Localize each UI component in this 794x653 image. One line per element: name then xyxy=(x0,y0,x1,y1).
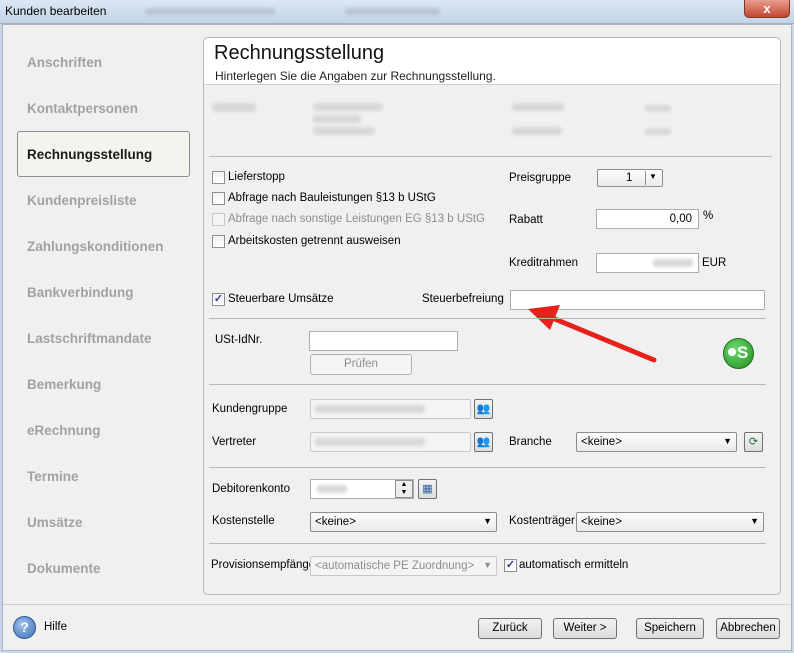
kreditrahmen-unit: EUR xyxy=(702,257,727,269)
sidebar-item-lastschriftmandate[interactable]: Lastschriftmandate xyxy=(27,331,152,346)
sidebar-item-kontaktpersonen[interactable]: Kontaktpersonen xyxy=(27,101,138,116)
divider xyxy=(209,156,772,157)
chevron-down-icon: ▼ xyxy=(723,436,732,446)
provision-select[interactable]: <automatische PE Zuordnung> ▼ xyxy=(310,556,497,576)
branche-label: Branche xyxy=(509,436,552,448)
chevron-down-icon: ▼ xyxy=(649,172,657,181)
chevron-down-icon: ▼ xyxy=(750,516,759,526)
divider xyxy=(209,318,766,319)
auto-ermitteln-label: automatisch ermitteln xyxy=(519,559,629,571)
lieferstopp-checkbox[interactable] xyxy=(212,171,225,184)
close-icon: x xyxy=(763,1,771,16)
divider xyxy=(209,467,766,468)
preisgruppe-label: Preisgruppe xyxy=(509,172,572,184)
kundengruppe-select[interactable] xyxy=(310,399,471,419)
debitorenkonto-spinner[interactable]: ▲ ▼ xyxy=(395,480,413,498)
next-button[interactable]: Weiter > xyxy=(553,618,617,639)
save-button[interactable]: Speichern xyxy=(636,618,704,639)
sidebar-item-anschriften[interactable]: Anschriften xyxy=(27,55,102,70)
kostentraeger-select[interactable]: <keine> ▼ xyxy=(576,512,764,532)
refresh-list-icon: ⟳ xyxy=(748,436,759,448)
sonstige-leistungen-label: Abfrage nach sonstige Leistungen EG §13 … xyxy=(228,213,485,225)
select-divider xyxy=(645,171,646,185)
kundengruppe-lookup-button[interactable]: 👥 xyxy=(474,399,493,419)
bauleistungen-label: Abfrage nach Bauleistungen §13 b UStG xyxy=(228,192,436,204)
divider xyxy=(209,384,766,385)
divider xyxy=(209,543,766,544)
sidebar-item-bemerkung[interactable]: Bemerkung xyxy=(27,377,101,392)
auto-ermitteln-checkbox[interactable]: ✓ xyxy=(504,559,517,572)
check-icon: ✓ xyxy=(505,559,516,571)
euro-s-badge-icon[interactable]: S xyxy=(723,338,754,369)
sidebar-item-termine[interactable]: Termine xyxy=(27,469,79,484)
page-subtitle: Hinterlegen Sie die Angaben zur Rechnung… xyxy=(215,69,496,83)
branche-select[interactable]: <keine> ▼ xyxy=(576,432,737,452)
kostenstelle-value: <keine> xyxy=(315,516,356,528)
sidebar-item-label: Rechnungsstellung xyxy=(27,147,153,162)
vertreter-select[interactable] xyxy=(310,432,471,452)
preisgruppe-value: 1 xyxy=(626,172,633,184)
kostenstelle-select[interactable]: <keine> ▼ xyxy=(310,512,497,532)
page-title: Rechnungsstellung xyxy=(214,42,385,64)
sidebar-item-erechnung[interactable]: eRechnung xyxy=(27,423,101,438)
rabatt-input[interactable]: 0,00 xyxy=(596,209,699,229)
steuerbar-checkbox[interactable]: ✓ xyxy=(212,293,225,306)
spin-up-icon: ▲ xyxy=(400,481,408,488)
rabatt-label: Rabatt xyxy=(509,214,543,226)
help-label[interactable]: Hilfe xyxy=(44,621,67,633)
users-icon: 👥 xyxy=(476,436,491,448)
window-title: Kunden bearbeiten xyxy=(5,4,107,18)
debitorenkonto-calc-button[interactable]: ▦ xyxy=(418,479,437,499)
vertreter-lookup-button[interactable]: 👥 xyxy=(474,432,493,452)
vertreter-label: Vertreter xyxy=(212,436,257,448)
redacted-title-info xyxy=(145,8,275,15)
kostentraeger-label: Kostenträger xyxy=(509,515,575,527)
kreditrahmen-label: Kreditrahmen xyxy=(509,257,579,269)
pruefen-button[interactable]: Prüfen xyxy=(310,354,412,375)
lieferstopp-label: Lieferstopp xyxy=(228,171,285,183)
chevron-down-icon: ▼ xyxy=(483,516,492,526)
cancel-button[interactable]: Abbrechen xyxy=(716,618,780,639)
redacted-title-info xyxy=(345,8,440,15)
arbeitskosten-label: Arbeitskosten getrennt ausweisen xyxy=(228,235,401,247)
table-icon: ▦ xyxy=(422,483,433,495)
check-icon: ✓ xyxy=(213,293,224,305)
sidebar-item-rechnungsstellung[interactable]: Rechnungsstellung xyxy=(17,131,190,177)
sidebar-item-kundenpreisliste[interactable]: Kundenpreisliste xyxy=(27,193,137,208)
spin-down-icon: ▼ xyxy=(400,489,408,496)
steuerbefreiung-label: Steuerbefreiung xyxy=(422,293,504,305)
chevron-down-icon: ▼ xyxy=(483,560,492,570)
bauleistungen-checkbox[interactable] xyxy=(212,192,225,205)
provision-label: Provisionsempfänge xyxy=(211,559,316,571)
provision-value: <automatische PE Zuordnung> xyxy=(315,560,475,572)
kostentraeger-value: <keine> xyxy=(581,516,622,528)
sidebar-item-umsaetze[interactable]: Umsätze xyxy=(27,515,83,530)
sidebar-item-bankverbindung[interactable]: Bankverbindung xyxy=(27,285,134,300)
branche-value: <keine> xyxy=(581,436,622,448)
user-group-icon: 👥 xyxy=(476,403,491,415)
arbeitskosten-checkbox[interactable] xyxy=(212,235,225,248)
sidebar-item-zahlungskonditionen[interactable]: Zahlungskonditionen xyxy=(27,239,164,254)
kostenstelle-label: Kostenstelle xyxy=(212,515,275,527)
branche-edit-button[interactable]: ⟳ xyxy=(744,432,763,452)
sonstige-leistungen-checkbox[interactable] xyxy=(212,213,225,226)
steuerbar-label: Steuerbare Umsätze xyxy=(228,293,334,305)
preisgruppe-select[interactable]: 1 ▼ xyxy=(597,169,663,187)
help-icon[interactable]: ? xyxy=(13,616,36,639)
ust-idnr-input[interactable] xyxy=(309,331,458,351)
back-button[interactable]: Zurück xyxy=(478,618,542,639)
footer-divider xyxy=(3,604,791,605)
rabatt-unit: % xyxy=(703,210,714,222)
title-bar: Kunden bearbeiten x xyxy=(0,0,794,24)
kreditrahmen-input[interactable] xyxy=(596,253,699,273)
annotation-arrow-icon xyxy=(528,305,657,363)
sidebar-item-dokumente[interactable]: Dokumente xyxy=(27,561,101,576)
rabatt-value: 0,00 xyxy=(669,213,692,225)
debitorenkonto-label: Debitorenkonto xyxy=(212,483,290,495)
ust-idnr-label: USt-IdNr. xyxy=(215,334,263,346)
kundengruppe-label: Kundengruppe xyxy=(212,403,288,415)
close-button[interactable]: x xyxy=(744,0,790,18)
